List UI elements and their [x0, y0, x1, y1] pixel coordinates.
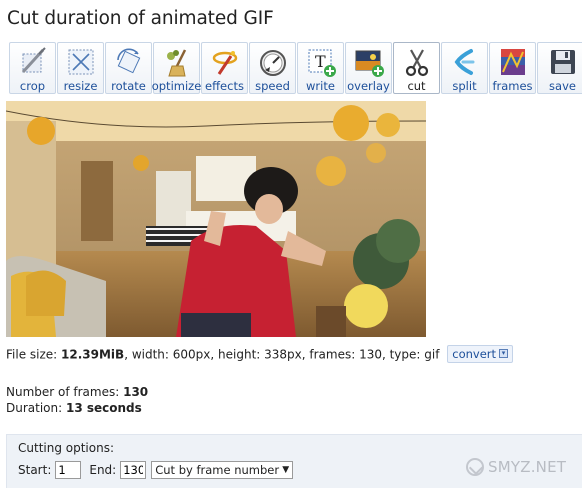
tool-split-label: split	[452, 79, 477, 93]
optimize-broom-icon	[159, 45, 195, 79]
duration-value: 13 seconds	[65, 401, 142, 415]
watermark-text: SMYZ.NET	[488, 458, 567, 476]
rotate-icon	[111, 45, 147, 79]
frames-icon	[495, 45, 531, 79]
end-label: End:	[89, 463, 117, 477]
file-dimensions-text: , width: 600px, height: 338px, frames: 1…	[124, 347, 440, 362]
tool-frames-button[interactable]: frames	[489, 42, 536, 94]
tool-overlay-button[interactable]: overlay	[345, 42, 392, 94]
frames-label: Number of frames:	[6, 385, 124, 399]
start-input[interactable]	[55, 461, 82, 479]
tool-rotate-button[interactable]: rotate	[105, 42, 152, 94]
file-info: File size: 12.39MiB, width: 600px, heigh…	[6, 345, 514, 364]
file-size-label: File size:	[6, 347, 62, 362]
tool-write-label: write	[306, 79, 335, 93]
duration-line: Duration: 13 seconds	[6, 400, 148, 416]
frame-count-line: Number of frames: 130	[6, 384, 148, 400]
tool-frames-label: frames	[492, 79, 533, 93]
download-icon: ▾	[499, 349, 509, 358]
cut-mode-select[interactable]: Cut by frame number ▼	[151, 461, 294, 479]
tool-crop-label: crop	[19, 79, 46, 93]
site-watermark: SMYZ.NET	[466, 458, 566, 476]
tool-resize-button[interactable]: resize	[57, 42, 104, 94]
cutting-options-title: Cutting options:	[18, 441, 115, 455]
tool-speed-label: speed	[255, 79, 290, 93]
write-text-icon: T	[303, 45, 339, 79]
tool-effects-label: effects	[205, 79, 244, 93]
save-floppy-icon	[545, 45, 581, 79]
watermark-logo-icon	[466, 458, 484, 476]
end-input[interactable]	[120, 461, 147, 479]
tool-save-label: save	[549, 79, 576, 93]
convert-button[interactable]: convert ▾	[447, 345, 514, 363]
start-label: Start:	[18, 463, 52, 477]
tool-cut-button[interactable]: cut	[393, 42, 440, 94]
svg-text:T: T	[315, 52, 326, 71]
page-title: Cut duration of animated GIF	[7, 8, 274, 29]
toolbar: crop resize rotate optimize effects spee…	[9, 42, 582, 94]
speed-gauge-icon	[255, 45, 291, 79]
tool-crop-button[interactable]: crop	[9, 42, 56, 94]
cut-mode-selected: Cut by frame number	[155, 463, 280, 477]
tool-effects-button[interactable]: effects	[201, 42, 248, 94]
gif-preview	[6, 101, 426, 337]
crop-icon	[15, 45, 51, 79]
chevron-down-icon: ▼	[282, 465, 290, 475]
file-size-value: 12.39MiB	[61, 347, 125, 362]
convert-label: convert	[452, 347, 497, 361]
cutting-options-row: Start: End: Cut by frame number ▼	[18, 461, 294, 479]
gif-meta: Number of frames: 130 Duration: 13 secon…	[6, 384, 148, 416]
tool-cut-label: cut	[407, 79, 426, 93]
tool-speed-button[interactable]: speed	[249, 42, 296, 94]
resize-icon	[63, 45, 99, 79]
tool-rotate-label: rotate	[111, 79, 146, 93]
tool-overlay-label: overlay	[347, 79, 390, 93]
tool-optimize-button[interactable]: optimize	[151, 42, 202, 94]
effects-wand-icon	[207, 45, 243, 79]
frames-value: 130	[123, 385, 149, 399]
tool-save-button[interactable]: save	[537, 42, 582, 94]
overlay-image-icon	[351, 45, 387, 79]
tool-optimize-label: optimize	[151, 79, 202, 93]
tool-write-button[interactable]: T write	[297, 42, 344, 94]
tool-resize-label: resize	[63, 79, 98, 93]
split-icon	[447, 45, 483, 79]
scissors-icon	[399, 45, 435, 79]
tool-split-button[interactable]: split	[441, 42, 488, 94]
duration-label: Duration:	[6, 401, 66, 415]
